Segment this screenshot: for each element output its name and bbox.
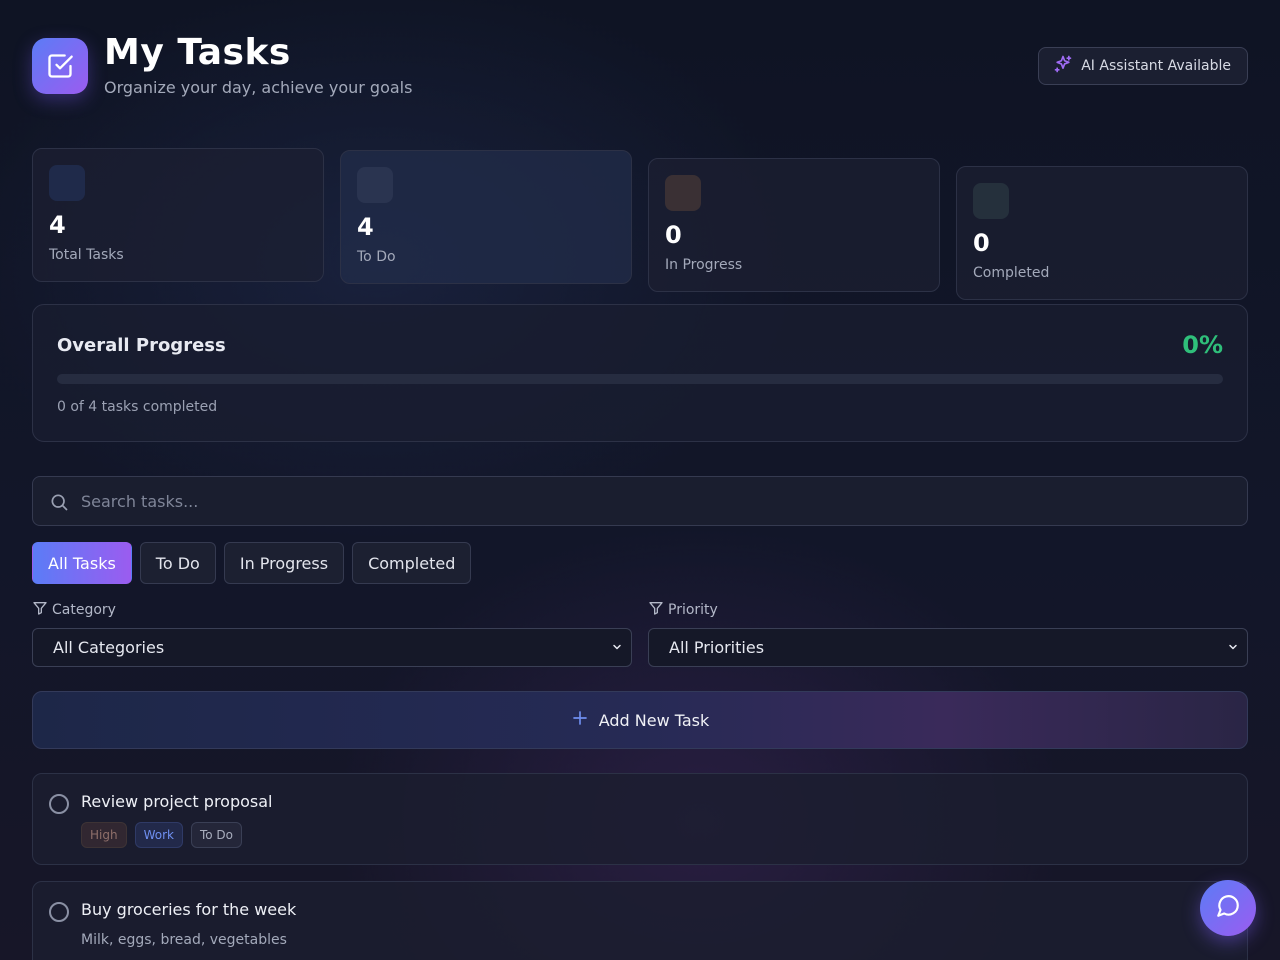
chat-bubble-icon	[1215, 893, 1241, 923]
stat-value: 4	[357, 213, 374, 241]
task-item[interactable]: Review project proposal High Work To Do	[32, 773, 1248, 865]
chat-button[interactable]	[1200, 880, 1256, 936]
stat-icon	[357, 167, 393, 203]
task-checkbox[interactable]	[49, 902, 69, 922]
progress-title: Overall Progress	[57, 335, 226, 356]
stat-card-completed: 0 Completed	[956, 166, 1248, 300]
checkbox-icon	[32, 38, 88, 94]
tab-in-progress[interactable]: In Progress	[223, 542, 345, 584]
overall-progress-card: Overall Progress 0% 0 of 4 tasks complet…	[32, 304, 1248, 442]
stat-card-in-progress: 0 In Progress	[648, 158, 940, 292]
priority-selected-value: All Priorities	[669, 638, 765, 657]
category-selected-value: All Categories	[53, 638, 165, 657]
page-subtitle: Organize your day, achieve your goals	[104, 78, 413, 97]
category-select[interactable]: All Categories	[32, 628, 632, 667]
stat-label: To Do	[357, 249, 396, 265]
status-badge: To Do	[190, 822, 243, 848]
add-task-label: Add New Task	[598, 710, 710, 730]
stat-card-total: 4 Total Tasks	[32, 148, 324, 282]
stat-value: 0	[973, 229, 990, 257]
priority-label: Priority	[668, 602, 718, 618]
add-task-button[interactable]: Add New Task	[32, 691, 1248, 749]
task-checkbox[interactable]	[49, 794, 69, 814]
stat-label: Completed	[973, 265, 1050, 281]
filter-icon	[648, 600, 664, 620]
tab-all-tasks[interactable]: All Tasks	[32, 542, 132, 584]
stat-value: 4	[49, 211, 66, 239]
chevron-down-icon	[1227, 638, 1239, 657]
category-filter: Category All Categories	[32, 600, 632, 667]
category-label: Category	[52, 602, 116, 618]
sparkles-icon	[1053, 54, 1073, 78]
task-title: Review project proposal	[81, 792, 273, 811]
stat-label: Total Tasks	[49, 247, 124, 263]
priority-select[interactable]: All Priorities	[648, 628, 1248, 667]
page-header: My Tasks Organize your day, achieve your…	[32, 32, 1248, 102]
task-item[interactable]: Buy groceries for the week Milk, eggs, b…	[32, 881, 1248, 960]
plus-icon	[571, 709, 589, 731]
task-description: Milk, eggs, bread, vegetables	[81, 932, 287, 948]
stat-icon	[665, 175, 701, 211]
category-badge: Work	[134, 822, 183, 848]
priority-badge: High	[81, 822, 127, 848]
tab-to-do[interactable]: To Do	[139, 542, 216, 584]
page-title: My Tasks	[104, 32, 291, 73]
stat-icon	[973, 183, 1009, 219]
status-filter-tabs: All Tasks To Do In Progress Completed	[32, 542, 472, 584]
ai-assistant-label: AI Assistant Available	[1081, 58, 1231, 74]
search-bar	[32, 476, 1248, 526]
chevron-down-icon	[611, 638, 623, 657]
search-icon	[49, 492, 69, 516]
category-label-row: Category	[32, 600, 632, 620]
tab-completed[interactable]: Completed	[352, 542, 472, 584]
task-title: Buy groceries for the week	[81, 900, 297, 919]
stat-value: 0	[665, 221, 682, 249]
stat-card-todo: 4 To Do	[340, 150, 632, 284]
search-input[interactable]	[81, 477, 1231, 525]
progress-bar	[57, 374, 1223, 384]
stat-icon	[49, 165, 85, 201]
stat-label: In Progress	[665, 257, 743, 273]
ai-assistant-badge[interactable]: AI Assistant Available	[1038, 47, 1248, 85]
priority-label-row: Priority	[648, 600, 1248, 620]
task-tags: High Work To Do	[81, 822, 243, 848]
priority-filter: Priority All Priorities	[648, 600, 1248, 667]
progress-percent: 0%	[1182, 331, 1223, 359]
filter-icon	[32, 600, 48, 620]
progress-summary: 0 of 4 tasks completed	[57, 399, 218, 415]
